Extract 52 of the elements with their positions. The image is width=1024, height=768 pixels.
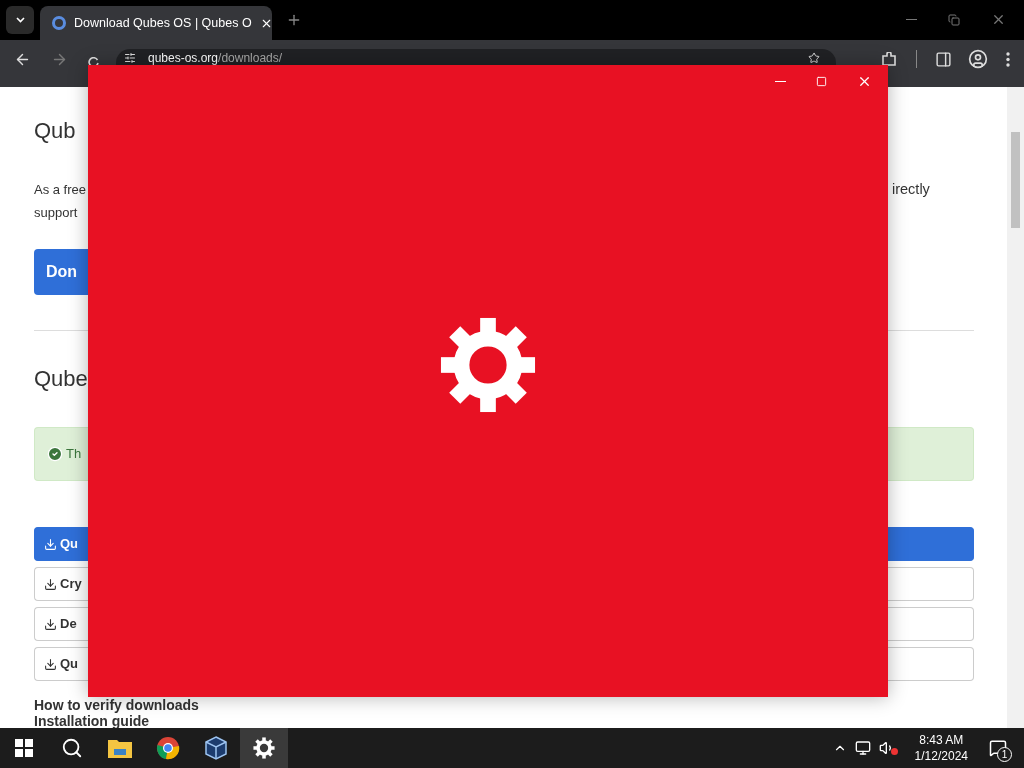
restore-icon xyxy=(948,13,960,26)
page-heading: Qub xyxy=(34,117,77,145)
download-icon xyxy=(44,537,57,551)
download-button[interactable]: Cry xyxy=(34,567,88,601)
notification-count: 1 xyxy=(997,747,1012,762)
clock-time: 8:43 AM xyxy=(919,732,964,748)
side-panel-icon xyxy=(935,50,952,68)
tab-list-button[interactable] xyxy=(6,6,34,34)
tab-title: Download Qubes OS | Qubes O xyxy=(74,14,252,32)
download-icon xyxy=(44,617,57,631)
maximize-icon xyxy=(816,75,827,87)
windows-start-icon xyxy=(15,739,33,757)
gear-icon xyxy=(439,316,537,414)
paragraph-text: support xyxy=(34,204,78,222)
muted-speaker-icon[interactable] xyxy=(878,740,895,756)
chevron-down-icon xyxy=(15,17,25,23)
clock-date: 1/12/2024 xyxy=(914,748,968,764)
url-text: qubes-os.org/downloads/ xyxy=(148,52,283,64)
check-icon xyxy=(47,446,63,462)
cube-icon xyxy=(205,736,227,760)
download-button[interactable]: Qu xyxy=(34,647,88,681)
download-icon xyxy=(44,657,57,671)
menu-icon[interactable] xyxy=(1006,51,1010,67)
donate-button[interactable]: Don xyxy=(34,249,88,295)
browser-tab[interactable]: Download Qubes OS | Qubes O xyxy=(40,6,272,40)
close-icon xyxy=(991,12,1006,27)
download-button[interactable]: Qu xyxy=(34,527,88,561)
paragraph-text: irectly xyxy=(892,181,930,197)
search-icon xyxy=(61,737,83,759)
paragraph-text: As a free xyxy=(34,181,87,199)
taskbar-button[interactable] xyxy=(240,728,288,768)
minimize-icon[interactable] xyxy=(775,80,786,82)
chrome-icon xyxy=(156,736,180,760)
qubes-logo-icon xyxy=(52,16,66,30)
profile-icon xyxy=(968,49,988,69)
scrollbar[interactable] xyxy=(1007,87,1024,728)
gear-icon xyxy=(253,737,275,759)
reload-icon[interactable] xyxy=(88,56,99,68)
star-icon xyxy=(808,52,820,64)
alert-text: Th xyxy=(66,445,82,464)
guide-link[interactable]: How to verify downloads xyxy=(34,698,199,712)
clock[interactable]: 8:43 AM 1/12/2024 xyxy=(914,732,968,764)
puzzle-piece-icon[interactable] xyxy=(882,51,896,67)
guide-link[interactable]: Installation guide xyxy=(34,714,150,728)
notification-icon xyxy=(989,739,1007,757)
new-tab-icon[interactable] xyxy=(286,12,302,28)
network-icon xyxy=(854,740,871,756)
section-heading: Qube xyxy=(34,365,88,393)
download-button[interactable]: De xyxy=(34,607,88,641)
download-icon xyxy=(44,577,57,591)
folder-icon xyxy=(108,738,132,758)
site-info-icon xyxy=(124,52,136,64)
